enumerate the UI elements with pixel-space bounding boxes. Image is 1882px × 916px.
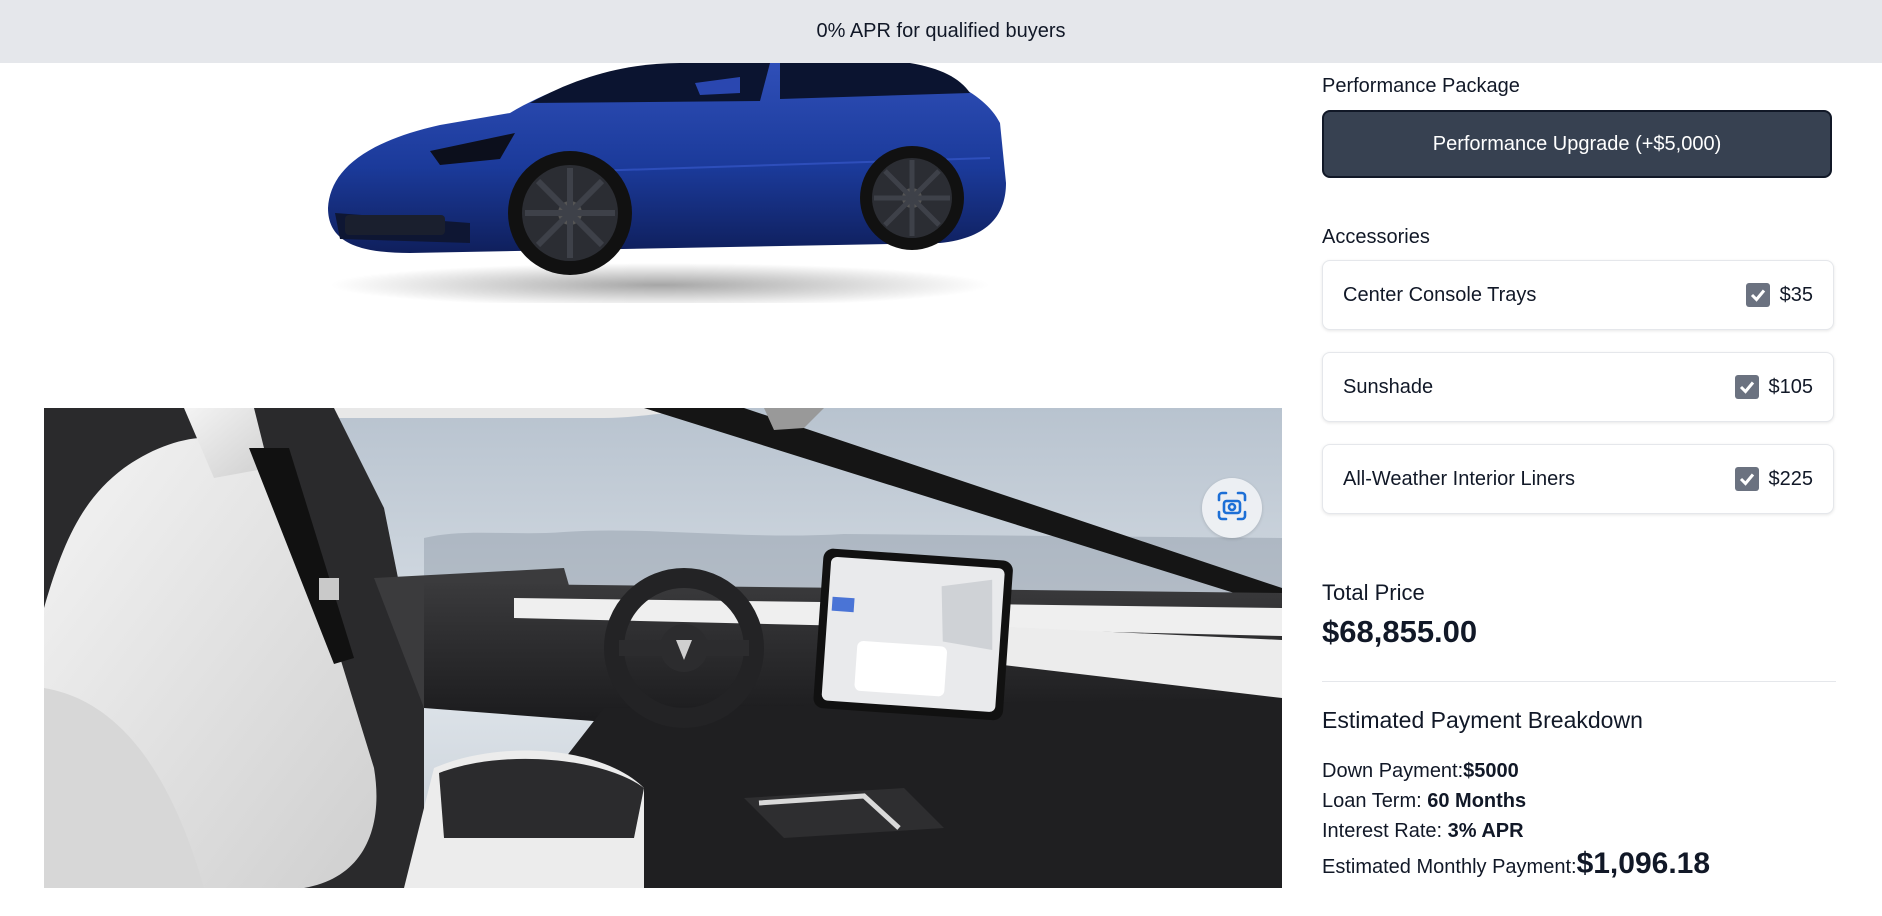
- accessory-name: Sunshade: [1343, 375, 1434, 398]
- accessory-name: All-Weather Interior Liners: [1343, 467, 1575, 490]
- monthly-payment-line: Estimated Monthly Payment:$1,096.18: [1322, 847, 1710, 881]
- divider: [1322, 681, 1836, 682]
- promo-banner-text: 0% APR for qualified buyers: [816, 20, 1066, 42]
- total-price-label: Total Price: [1322, 580, 1425, 605]
- checkmark-icon: [1750, 289, 1765, 302]
- loan-term-label: Loan Term:: [1322, 790, 1422, 812]
- accessory-checkbox[interactable]: [1745, 283, 1770, 307]
- payment-breakdown-title: Estimated Payment Breakdown: [1322, 707, 1643, 733]
- car-exterior-image: [300, 63, 1020, 303]
- accessory-name: Center Console Trays: [1343, 283, 1537, 306]
- checkmark-icon: [1739, 473, 1754, 486]
- down-payment-label: Down Payment:: [1322, 760, 1464, 782]
- accessory-center-console-trays[interactable]: Center Console Trays $35: [1322, 260, 1834, 330]
- accessory-sunshade[interactable]: Sunshade $105: [1322, 352, 1834, 422]
- interest-rate-label: Interest Rate:: [1322, 820, 1443, 842]
- zoom-view-button[interactable]: [1202, 478, 1262, 538]
- accessory-price: $105: [1768, 375, 1814, 398]
- accessories-section-label: Accessories: [1322, 226, 1430, 248]
- performance-upgrade-button[interactable]: Performance Upgrade (+$5,000): [1322, 110, 1832, 178]
- checkmark-icon: [1739, 381, 1754, 394]
- monthly-payment-label: Estimated Monthly Payment:: [1322, 856, 1577, 878]
- promo-banner: 0% APR for qualified buyers: [0, 0, 1882, 63]
- accessory-price: $35: [1779, 283, 1813, 306]
- total-price-value: $68,855.00: [1322, 614, 1478, 649]
- accessory-price: $225: [1768, 467, 1814, 490]
- loan-term-value: 60 Months: [1427, 790, 1527, 812]
- down-payment-value: $5000: [1463, 760, 1519, 782]
- accessory-checkbox[interactable]: [1734, 467, 1759, 491]
- performance-section-label: Performance Package: [1322, 75, 1520, 97]
- scan-icon: [1215, 489, 1249, 528]
- monthly-payment-value: $1,096.18: [1576, 847, 1711, 880]
- loan-term-line: Loan Term: 60 Months: [1322, 790, 1526, 813]
- interest-rate-line: Interest Rate: 3% APR: [1322, 820, 1524, 843]
- accessory-checkbox[interactable]: [1734, 375, 1759, 399]
- down-payment-line: Down Payment:$5000: [1322, 760, 1519, 783]
- accessory-all-weather-interior-liners[interactable]: All-Weather Interior Liners $225: [1322, 444, 1834, 514]
- interest-rate-value: 3% APR: [1447, 820, 1524, 842]
- car-interior-image: [44, 408, 1282, 888]
